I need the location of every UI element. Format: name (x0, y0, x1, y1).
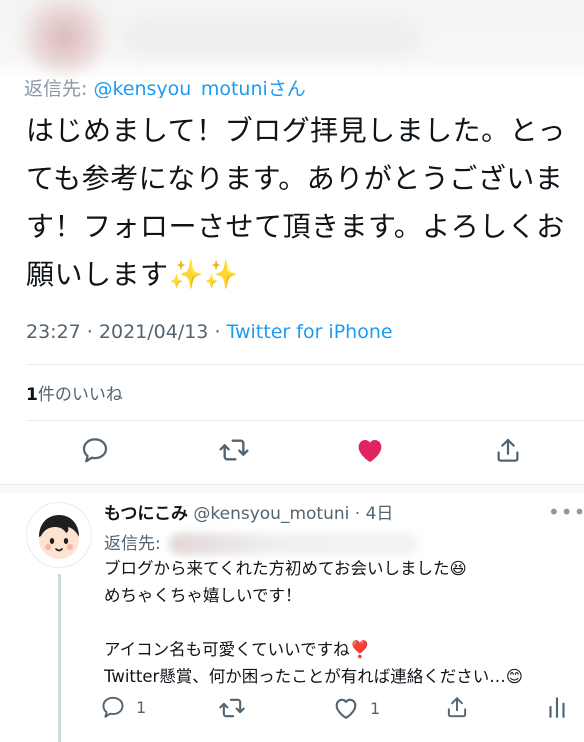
tweet-action-bar (0, 430, 584, 474)
tweet-meta: 23:27 · 2021/04/13 · Twitter for iPhone (26, 321, 393, 343)
thread-line (58, 574, 61, 742)
like-button[interactable] (350, 430, 390, 470)
reply-text: ブログから来てくれた方初めてお会いしました😆 めちゃくちゃ嬉しいです！ アイコン… (104, 559, 524, 686)
tweet-date: 2021/04/13 (98, 321, 209, 343)
divider (26, 364, 584, 365)
blurred-mention (168, 533, 419, 555)
reply-retweet-button[interactable] (218, 694, 246, 722)
likes-summary[interactable]: 1件のいいね (26, 380, 123, 405)
reply-icon (102, 696, 124, 718)
reply-to-mention-link[interactable]: @kensyou_motuniさん (93, 78, 305, 98)
retweet-icon (219, 698, 245, 718)
reply-like-count: 1 (370, 698, 381, 718)
blurred-avatar (18, 0, 110, 72)
heart-filled-icon (358, 440, 382, 462)
reply-icon (82, 438, 108, 463)
tweet-source-link[interactable]: Twitter for iPhone (227, 321, 393, 343)
analytics-icon (549, 697, 565, 718)
likes-count: 1 (26, 385, 38, 405)
reply-action-bar: 1 1 (100, 694, 584, 724)
tweet-text: はじめまして！ブログ拝見しました。とっても参考になります。ありがとうございます！… (26, 114, 566, 291)
divider (26, 420, 584, 421)
retweet-button[interactable] (214, 430, 254, 470)
avatar[interactable] (26, 502, 92, 568)
reply-button[interactable] (75, 430, 115, 470)
reply-to-prefix: 返信先: (104, 534, 161, 554)
reply-timestamp[interactable]: 4日 (366, 504, 394, 524)
reply-share-button[interactable] (444, 694, 470, 720)
share-icon (447, 697, 467, 718)
heart-outline-icon (335, 698, 357, 719)
retweet-icon (219, 439, 249, 461)
blurred-author-name (122, 20, 422, 54)
reply-header: もつにこみ @kensyou_motuni · 4日 (104, 504, 394, 524)
reply-to-line: 返信先: @kensyou_motuniさん (24, 70, 306, 98)
likes-label: 件のいいね (37, 385, 123, 405)
share-button[interactable] (488, 430, 528, 470)
share-icon (497, 438, 519, 462)
reply-to-line: 返信先: (104, 529, 419, 555)
reply-to-prefix: 返信先: (24, 78, 88, 98)
section-separator (0, 484, 584, 493)
more-options-icon[interactable]: ••• (548, 500, 584, 524)
reply-count: 1 (136, 697, 147, 717)
reply-analytics-button[interactable] (546, 694, 568, 720)
tweet-time: 23:27 (26, 321, 81, 343)
reply-author-handle[interactable]: @kensyou_motuni (193, 504, 349, 524)
reply-author-name[interactable]: もつにこみ (104, 504, 188, 524)
reply-like-button[interactable]: 1 (332, 694, 380, 722)
reply-reply-button[interactable]: 1 (100, 694, 146, 720)
cartoon-boy-avatar-icon (39, 515, 79, 559)
